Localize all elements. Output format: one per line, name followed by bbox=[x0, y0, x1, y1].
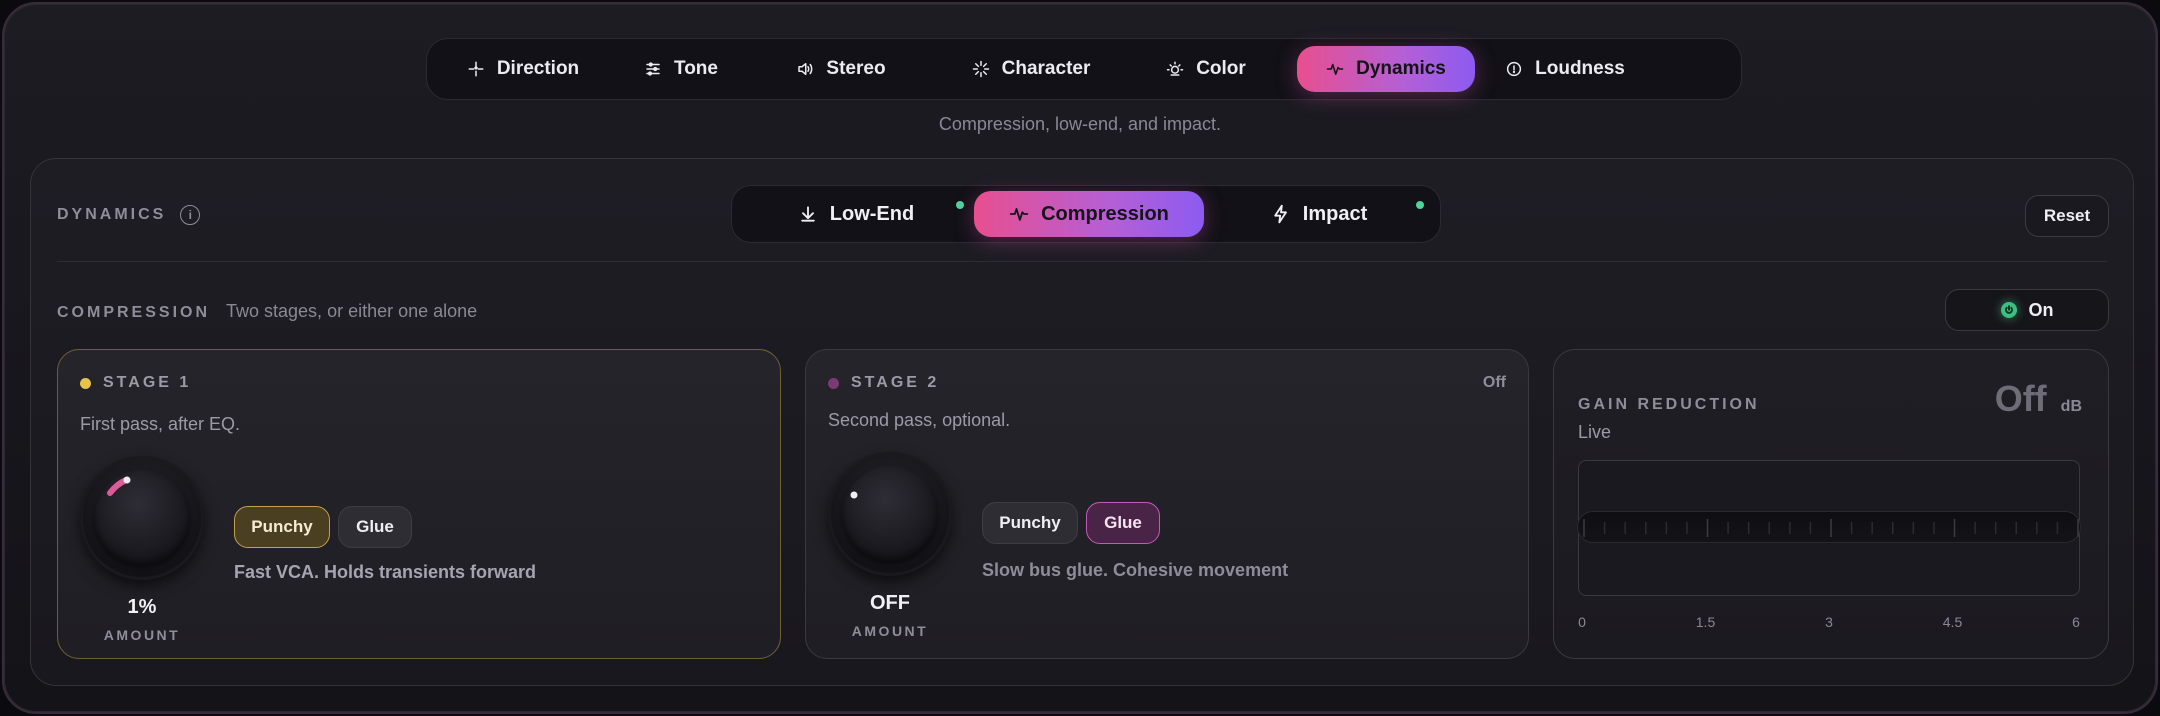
power-icon bbox=[2000, 302, 2017, 318]
gauge-icon bbox=[1507, 61, 1522, 77]
stage-indicator-dot bbox=[80, 377, 91, 389]
readout-unit: dB bbox=[2060, 398, 2082, 415]
dynamics-panel: DYNAMICS i Low-End Compression Impact Re… bbox=[30, 158, 2134, 686]
meter-track bbox=[1577, 511, 2081, 543]
pulse-icon bbox=[1009, 208, 1029, 221]
gain-reduction-subtitle: Live bbox=[1578, 422, 1612, 442]
section-header: COMPRESSION Two stages, or either one al… bbox=[57, 301, 477, 322]
compression-power-toggle[interactable]: On bbox=[1945, 289, 2109, 331]
pulse-icon bbox=[1326, 63, 1344, 75]
tab-low-end[interactable]: Low-End bbox=[738, 191, 974, 237]
page-subtitle: Compression, low-end, and impact. bbox=[938, 114, 1222, 134]
nav-item-tone[interactable]: Tone bbox=[611, 46, 751, 92]
knob-value: 1% bbox=[127, 596, 157, 618]
mode-description: Slow bus glue. Cohesive movement bbox=[982, 560, 1289, 580]
mode-glue-button[interactable]: Glue bbox=[338, 506, 412, 548]
nav-item-color[interactable]: Color bbox=[1131, 46, 1281, 92]
status-dot bbox=[1416, 201, 1424, 209]
toggle-label: On bbox=[2028, 299, 2054, 320]
bolt-icon bbox=[1274, 204, 1287, 224]
amount-knob[interactable] bbox=[828, 452, 952, 576]
nav-item-label: Dynamics bbox=[1356, 58, 1446, 79]
scale-label: 6 bbox=[2072, 614, 2080, 630]
nav-item-label: Direction bbox=[496, 58, 580, 79]
dynamics-subtabs: Low-End Compression Impact bbox=[731, 185, 1441, 243]
scale-label: 0 bbox=[1578, 614, 1586, 630]
tab-compression[interactable]: Compression bbox=[974, 191, 1204, 237]
section-label: COMPRESSION bbox=[57, 304, 211, 321]
nav-item-label: Color bbox=[1196, 58, 1246, 79]
stage-1-card: STAGE 1 First pass, after EQ. 1% AMOUNT … bbox=[57, 349, 781, 659]
amount-knob-group: OFF AMOUNT bbox=[828, 452, 952, 639]
scale-label: 4.5 bbox=[1942, 614, 1963, 630]
reset-button[interactable]: Reset bbox=[2025, 195, 2109, 237]
nav-item-loudness[interactable]: Loudness bbox=[1475, 46, 1655, 92]
knob-arc bbox=[850, 491, 858, 499]
stage-description: First pass, after EQ. bbox=[80, 414, 241, 434]
nav-item-label: Character bbox=[1001, 58, 1091, 79]
arrow-down-icon bbox=[801, 206, 815, 222]
burst-icon bbox=[972, 60, 989, 78]
tab-impact[interactable]: Impact bbox=[1204, 191, 1434, 237]
mode-description: Fast VCA. Holds transients forward bbox=[234, 562, 537, 582]
mode-punchy-button[interactable]: Punchy bbox=[234, 506, 330, 548]
sparkle-icon bbox=[468, 61, 484, 77]
app-window: Direction Tone Stereo Character Color Dy… bbox=[2, 2, 2158, 714]
gain-reduction-readout: Off dB bbox=[1995, 378, 2082, 420]
tab-label: Compression bbox=[1041, 202, 1169, 225]
panel-label: DYNAMICS i bbox=[57, 205, 201, 225]
stage-status: Off bbox=[1482, 374, 1506, 391]
meter-ticks bbox=[1583, 519, 2079, 537]
stage-title-text: STAGE 1 bbox=[103, 374, 192, 391]
gain-reduction-card: GAIN REDUCTION Live Off dB 0 1.5 3 4.5 6 bbox=[1553, 349, 2109, 659]
gain-reduction-meter bbox=[1577, 460, 2081, 596]
scale-label: 3 bbox=[1825, 614, 1833, 630]
info-icon[interactable]: i bbox=[180, 205, 201, 225]
sliders-icon bbox=[646, 62, 660, 76]
speaker-icon bbox=[798, 63, 813, 75]
mode-punchy-button[interactable]: Punchy bbox=[982, 502, 1078, 544]
mode-glue-button[interactable]: Glue bbox=[1086, 502, 1160, 544]
top-nav: Direction Tone Stereo Character Color Dy… bbox=[426, 38, 1742, 100]
nav-item-character[interactable]: Character bbox=[931, 46, 1131, 92]
mode-selector: Punchy Glue bbox=[982, 502, 1160, 544]
nav-item-direction[interactable]: Direction bbox=[435, 46, 611, 92]
stage-description: Second pass, optional. bbox=[828, 410, 1011, 430]
scale-label: 1.5 bbox=[1695, 614, 1716, 630]
panel-label-text: DYNAMICS bbox=[57, 206, 167, 223]
knob-label: AMOUNT bbox=[103, 627, 181, 643]
nav-item-stereo[interactable]: Stereo bbox=[751, 46, 931, 92]
stage-title: STAGE 1 bbox=[80, 374, 191, 392]
divider bbox=[57, 261, 2107, 262]
nav-item-dynamics[interactable]: Dynamics bbox=[1297, 46, 1475, 92]
stage-title-text: STAGE 2 bbox=[851, 374, 940, 391]
readout-value: Off bbox=[1994, 378, 2047, 419]
gain-reduction-title: GAIN REDUCTION bbox=[1578, 396, 1760, 413]
tab-label: Impact bbox=[1302, 202, 1368, 225]
amount-knob-group: 1% AMOUNT bbox=[80, 456, 204, 643]
sun-icon bbox=[1166, 61, 1184, 76]
amount-knob[interactable] bbox=[80, 456, 204, 580]
section-description: Two stages, or either one alone bbox=[226, 301, 478, 321]
tab-label: Low-End bbox=[829, 202, 915, 225]
nav-item-label: Tone bbox=[674, 58, 718, 79]
nav-item-label: Loudness bbox=[1535, 58, 1625, 79]
stage-indicator-dot bbox=[828, 377, 839, 389]
stage-title: STAGE 2 bbox=[828, 374, 939, 392]
status-dot bbox=[956, 201, 964, 209]
stage-2-card: STAGE 2 Off Second pass, optional. OFF A… bbox=[805, 349, 1529, 659]
nav-item-label: Stereo bbox=[826, 58, 886, 79]
mode-selector: Punchy Glue bbox=[234, 506, 412, 548]
knob-value: OFF bbox=[870, 592, 910, 614]
knob-label: AMOUNT bbox=[851, 623, 929, 639]
knob-arc bbox=[107, 476, 131, 496]
meter-scale: 0 1.5 3 4.5 6 bbox=[1578, 614, 2080, 634]
